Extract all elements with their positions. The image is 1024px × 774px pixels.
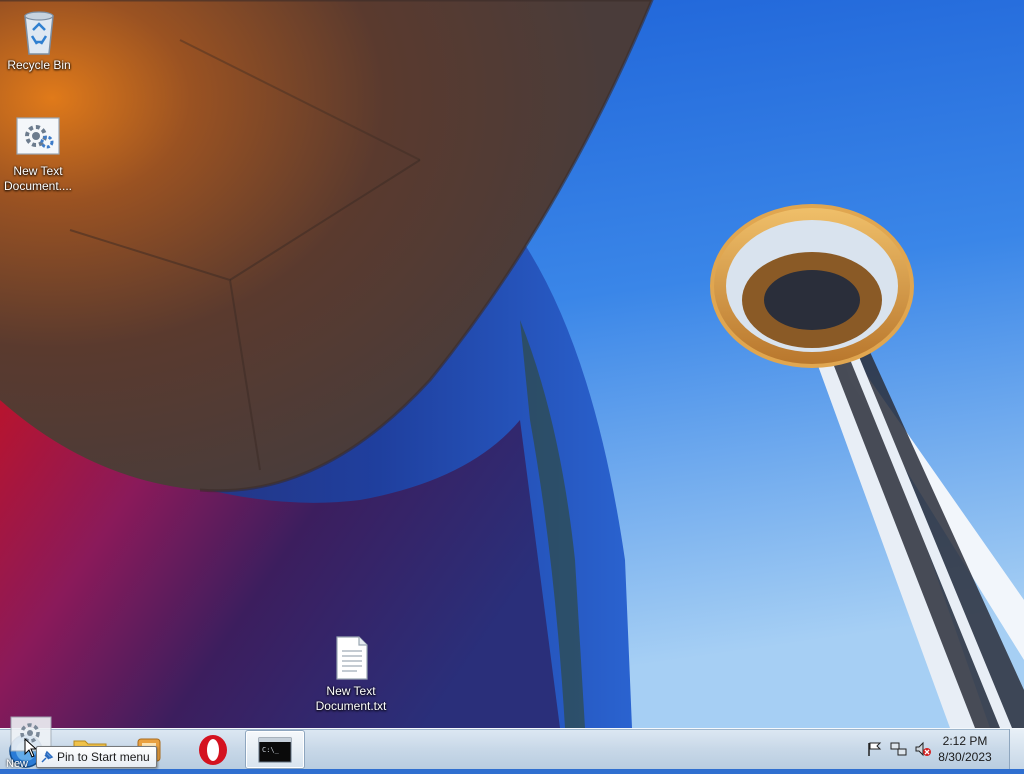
desktop-icon-label: Recycle Bin [7, 58, 71, 72]
desktop-icon-new-text-document-shortcut[interactable]: New Text Document.... [0, 114, 76, 194]
desktop-icon-label: New Text Document.... [3, 164, 73, 193]
dragged-item-label: New [6, 758, 29, 770]
system-tray: 2:12 PM 8/30/2023 [834, 729, 1024, 769]
cmd-icon: C:\_ [258, 737, 292, 763]
clock-date: 8/30/2023 [938, 750, 992, 764]
tooltip-text: Pin to Start menu [57, 750, 150, 764]
desktop-icon-label: New Text Document.txt [315, 684, 387, 713]
recycle-bin-icon [15, 8, 63, 56]
desktop-icon-recycle-bin[interactable]: Recycle Bin [1, 8, 77, 73]
clock[interactable]: 2:12 PM 8/30/2023 [930, 733, 1000, 765]
network-icon[interactable] [890, 741, 908, 762]
show-desktop-button[interactable] [1009, 729, 1024, 769]
settings-gear-document-icon [14, 114, 62, 162]
action-center-flag-icon[interactable] [866, 741, 882, 762]
pin-icon [41, 750, 54, 763]
wallpaper [0, 0, 1024, 728]
taskbar-cmd-button[interactable]: C:\_ [245, 730, 305, 769]
clock-time: 2:12 PM [942, 734, 988, 748]
text-file-icon [327, 634, 375, 682]
svg-text:C:\_: C:\_ [262, 746, 280, 754]
desktop[interactable]: Recycle Bin New Text Document.... New Te… [0, 0, 1024, 728]
taskbar-opera-button[interactable] [192, 731, 234, 767]
drag-tooltip: Pin to Start menu [36, 746, 157, 768]
opera-icon [199, 735, 227, 765]
desktop-icon-new-text-document-txt[interactable]: New Text Document.txt [313, 634, 389, 714]
